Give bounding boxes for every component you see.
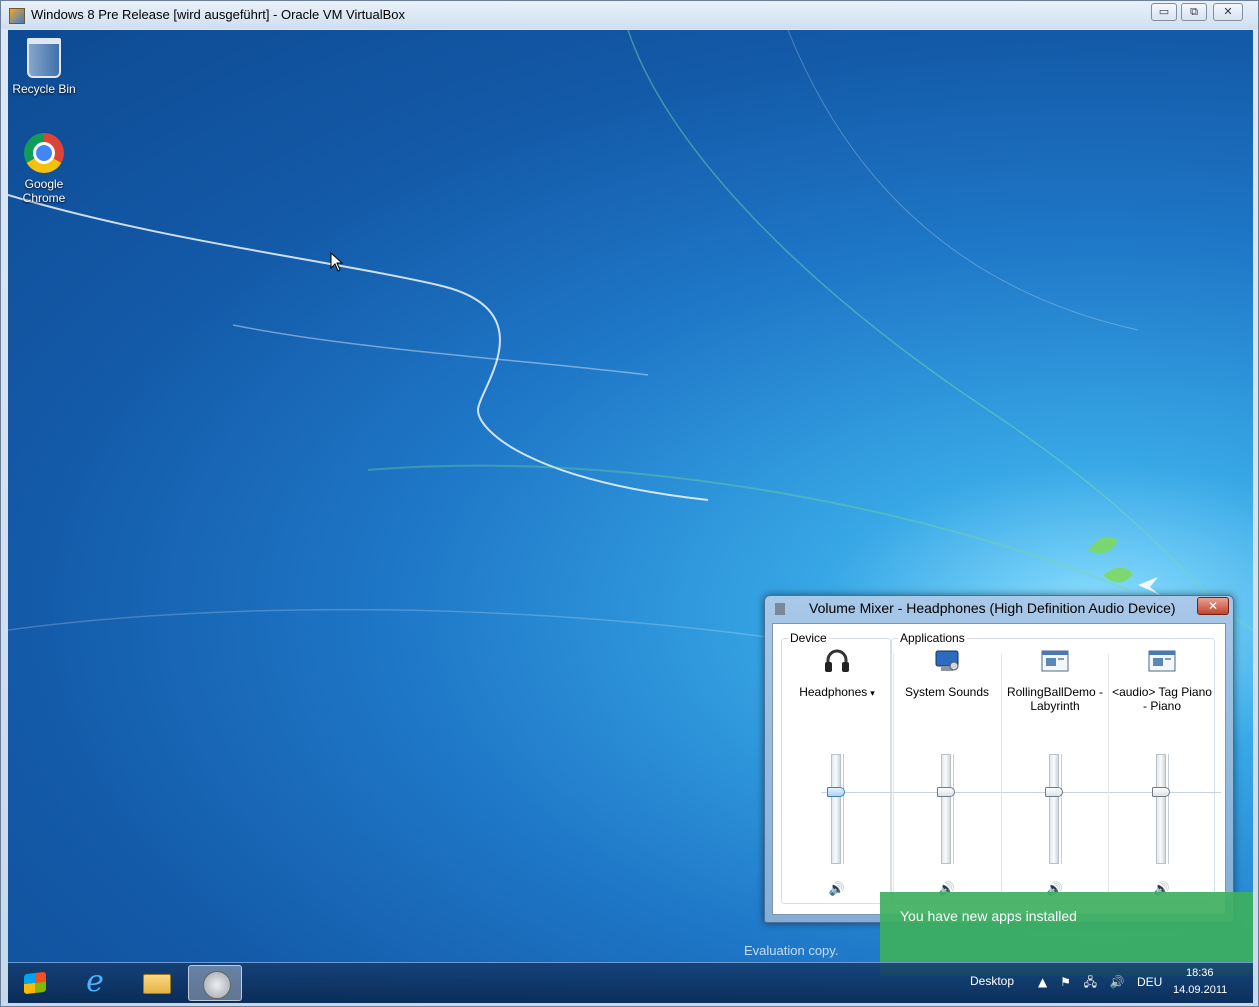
slider-ticks (1061, 754, 1067, 864)
volume-slider-thumb[interactable] (1045, 787, 1063, 797)
app-window-icon (1041, 650, 1069, 672)
windows-logo-icon (24, 971, 46, 995)
restore-button[interactable]: ⧉ (1181, 3, 1207, 21)
channel-separator (1001, 654, 1002, 892)
channel-separator (893, 654, 894, 892)
desktop-icon-recycle-bin[interactable]: Recycle Bin (8, 38, 80, 96)
slider-ticks (953, 754, 959, 864)
channel-headphones: Headphones ▾ 🔊 (785, 648, 889, 898)
channel-rollingballdemo: RollingBallDemo - Labyrinth 🔊 (1003, 648, 1107, 898)
show-hidden-icons-chevron-icon[interactable]: ▲ (1038, 975, 1047, 989)
network-icon[interactable]: 🖧 (1084, 973, 1097, 994)
channel-separator (1108, 654, 1109, 892)
desktop-toolbar-label[interactable]: Desktop (970, 974, 1014, 988)
app-window-icon (1148, 650, 1176, 672)
desktop-icon-label: Google Chrome (22, 177, 66, 205)
taskbar: e Desktop ▲ ⚑ 🖧 🔊 DEU 18:36 14.09.2011 (8, 962, 1253, 1003)
mixer-close-button[interactable]: ✕ (1197, 597, 1229, 615)
virtualbox-window: Windows 8 Pre Release [wird ausgeführt] … (0, 0, 1259, 1007)
mixer-title: Volume Mixer - Headphones (High Definiti… (809, 600, 1176, 616)
evaluation-watermark: Evaluation copy. (744, 943, 839, 958)
volume-icon[interactable]: 🔊 (1110, 975, 1125, 989)
recycle-bin-icon (27, 38, 61, 78)
folder-icon (143, 974, 171, 994)
volume-slider-track[interactable] (1049, 754, 1059, 864)
mixer-body: Device Applications Headphones ▾ 🔊 Syste… (772, 623, 1226, 915)
channel-audio-tag-piano: <audio> Tag Piano - Piano 🔊 (1110, 648, 1214, 898)
toast-message: You have new apps installed (900, 908, 1077, 924)
volume-slider-thumb[interactable] (937, 787, 955, 797)
volume-slider-track[interactable] (1156, 754, 1166, 864)
device-selector[interactable]: Headphones ▾ (785, 685, 889, 700)
taskbar-internet-explorer[interactable]: e (68, 965, 122, 1001)
chevron-down-icon: ▾ (870, 688, 875, 698)
start-button[interactable] (10, 965, 60, 1001)
channel-system-sounds: System Sounds 🔊 (895, 648, 999, 898)
volume-slider-track[interactable] (941, 754, 951, 864)
virtualbox-app-icon (9, 8, 25, 24)
device-group-label: Device (788, 631, 829, 645)
channel-label: System Sounds (904, 685, 990, 699)
internet-explorer-icon: e (86, 964, 104, 999)
close-button[interactable]: ✕ (1213, 3, 1243, 21)
channel-label: <audio> Tag Piano - Piano (1112, 685, 1212, 713)
speaker-icon (203, 971, 231, 999)
desktop-icon-chrome[interactable]: Google Chrome (8, 133, 80, 205)
desktop-icon-label: Recycle Bin (12, 82, 76, 96)
system-sounds-icon (935, 650, 959, 671)
action-center-flag-icon[interactable]: ⚑ (1060, 975, 1071, 989)
host-titlebar[interactable]: Windows 8 Pre Release [wird ausgeführt] … (1, 1, 1258, 29)
minimize-button[interactable]: ▭ (1151, 3, 1177, 21)
volume-slider-thumb[interactable] (827, 787, 845, 797)
channel-label: RollingBallDemo - Labyrinth (1006, 685, 1104, 713)
language-indicator[interactable]: DEU (1137, 975, 1162, 989)
notification-area: ▲ ⚑ 🖧 🔊 (1038, 973, 1134, 993)
taskbar-file-explorer[interactable] (128, 965, 182, 1001)
slider-ticks (1168, 754, 1174, 864)
mute-button[interactable]: 🔊 (827, 882, 847, 898)
volume-mixer-window[interactable]: Volume Mixer - Headphones (High Definiti… (764, 595, 1234, 923)
clock-time[interactable]: 18:36 (1186, 967, 1214, 979)
volume-slider-track[interactable] (831, 754, 841, 864)
clock-date[interactable]: 14.09.2011 (1173, 984, 1227, 996)
headphones-icon (825, 649, 849, 672)
device-name: Headphones (799, 685, 868, 699)
slider-ticks (843, 754, 849, 864)
volume-slider-thumb[interactable] (1152, 787, 1170, 797)
chrome-icon (24, 133, 64, 173)
taskbar-volume-mixer[interactable] (188, 965, 242, 1001)
applications-group-label: Applications (898, 631, 967, 645)
host-window-title: Windows 8 Pre Release [wird ausgeführt] … (31, 7, 406, 22)
speaker-icon (775, 603, 785, 615)
mouse-cursor-icon (330, 252, 344, 272)
